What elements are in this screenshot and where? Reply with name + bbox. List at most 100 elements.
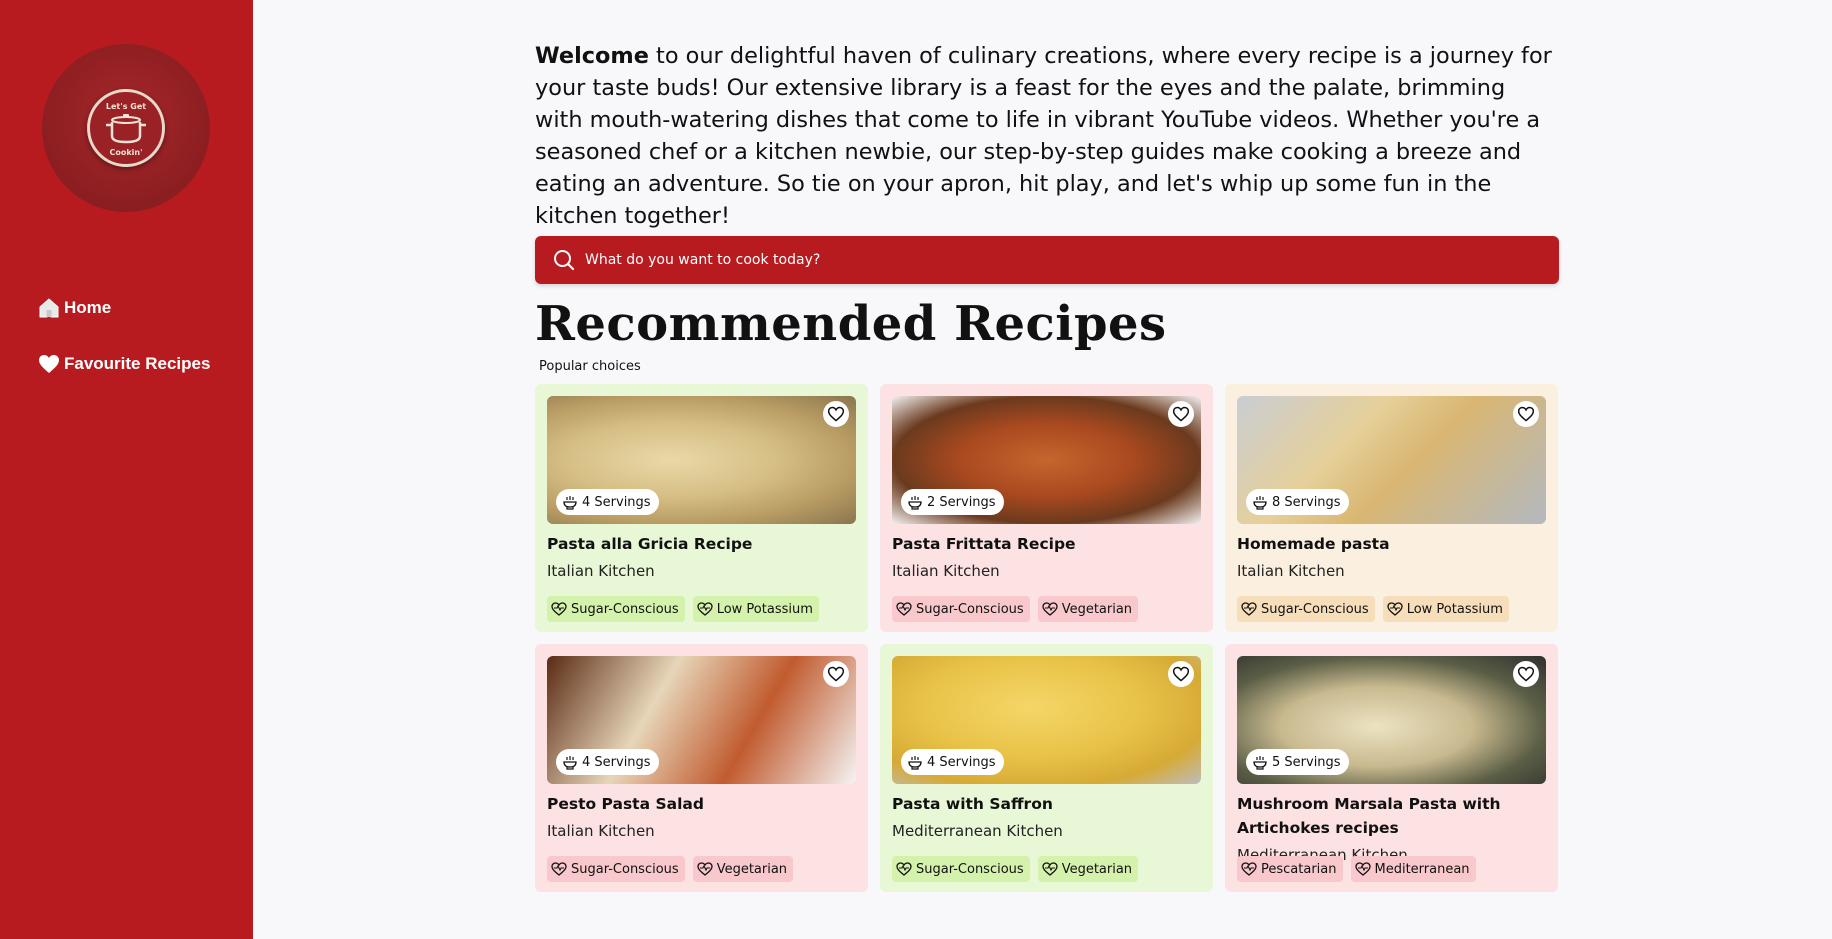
recipe-kitchen: Italian Kitchen (1237, 562, 1345, 580)
tag-list: Sugar-Conscious Low Potassium (547, 596, 827, 622)
servings-badge: 4 Servings (556, 749, 659, 775)
sidebar-item-label: Favourite Recipes (64, 354, 211, 373)
bowl-icon (908, 496, 922, 510)
recipe-image: 2 Servings (892, 396, 1201, 524)
heart-icon (39, 355, 59, 373)
diet-tag-label: Sugar-Conscious (1261, 601, 1369, 617)
heart-pulse-icon (697, 602, 713, 616)
recipe-image: 4 Servings (547, 396, 856, 524)
sidebar-nav: Home Favourite Recipes (38, 296, 210, 408)
intro-bold: Welcome (535, 43, 649, 69)
heart-pulse-icon (551, 602, 567, 616)
heart-pulse-icon (896, 862, 912, 876)
recipe-card[interactable]: 4 Servings Pasta alla Gricia Recipe Ital… (535, 384, 868, 632)
diet-tag-label: Vegetarian (1061, 601, 1133, 617)
recipe-image: 4 Servings (892, 656, 1201, 784)
favourite-button[interactable] (1168, 661, 1194, 687)
recipe-kitchen: Italian Kitchen (547, 562, 655, 580)
servings-text: 4 Servings (582, 754, 651, 770)
sidebar-item-label: Home (64, 298, 112, 317)
recipe-name[interactable]: Homemade pasta (1237, 532, 1546, 556)
heart-outline-icon (1172, 666, 1190, 682)
tag-list: Sugar-Conscious Vegetarian (892, 596, 1146, 622)
diet-tag: Low Potassium (692, 596, 819, 622)
recipe-card[interactable]: 5 Servings Mushroom Marsala Pasta with A… (1225, 644, 1558, 892)
recipe-card[interactable]: 8 Servings Homemade pasta Italian Kitche… (1225, 384, 1558, 632)
heart-pulse-icon (1042, 602, 1058, 616)
favourite-button[interactable] (1513, 401, 1539, 427)
favourite-button[interactable] (823, 401, 849, 427)
intro-paragraph: Welcome to our delightful haven of culin… (535, 40, 1559, 232)
diet-tag: Vegetarian (1037, 596, 1139, 622)
diet-tag-label: Low Potassium (1406, 601, 1503, 617)
page-title: Recommended Recipes (535, 296, 1167, 352)
heart-outline-icon (827, 666, 845, 682)
home-icon (39, 298, 59, 318)
favourite-button[interactable] (1168, 401, 1194, 427)
favourite-button[interactable] (1513, 661, 1539, 687)
diet-tag: Sugar-Conscious (892, 856, 1030, 882)
recipe-kitchen: Mediterranean Kitchen (892, 822, 1063, 840)
recipe-name[interactable]: Mushroom Marsala Pasta with Artichokes r… (1237, 792, 1546, 840)
bowl-icon (908, 756, 922, 770)
diet-tag: Low Potassium (1382, 596, 1509, 622)
heart-pulse-icon (896, 602, 912, 616)
servings-text: 5 Servings (1272, 754, 1341, 770)
diet-tag: Vegetarian (692, 856, 794, 882)
diet-tag-label: Pescatarian (1261, 861, 1337, 877)
diet-tag: Sugar-Conscious (547, 856, 685, 882)
diet-tag: Sugar-Conscious (1237, 596, 1375, 622)
diet-tag: Mediterranean (1350, 856, 1476, 882)
search-input[interactable] (585, 252, 1485, 268)
diet-tag-label: Low Potassium (716, 601, 813, 617)
heart-pulse-icon (697, 862, 713, 876)
diet-tag-label: Mediterranean (1374, 861, 1470, 877)
servings-text: 4 Servings (927, 754, 996, 770)
heart-outline-icon (1517, 666, 1535, 682)
recipe-card[interactable]: 4 Servings Pesto Pasta Salad Italian Kit… (535, 644, 868, 892)
recipe-name[interactable]: Pasta Frittata Recipe (892, 532, 1201, 556)
diet-tag-label: Sugar-Conscious (916, 861, 1024, 877)
servings-text: 8 Servings (1272, 494, 1341, 510)
servings-badge: 2 Servings (901, 489, 1004, 515)
heart-outline-icon (1517, 406, 1535, 422)
diet-tag: Pescatarian (1237, 856, 1343, 882)
cooking-pot-icon: Let's Get Cookin' (106, 102, 146, 157)
diet-tag: Vegetarian (1037, 856, 1139, 882)
search-bar[interactable] (535, 236, 1559, 284)
sidebar: Let's Get Cookin' Home Favourite Recipes (0, 0, 253, 939)
servings-badge: 4 Servings (901, 749, 1004, 775)
servings-badge: 8 Servings (1246, 489, 1349, 515)
diet-tag-label: Sugar-Conscious (571, 601, 679, 617)
sidebar-item-home[interactable]: Home (38, 296, 210, 320)
heart-pulse-icon (1042, 862, 1058, 876)
diet-tag-label: Sugar-Conscious (916, 601, 1024, 617)
logo-top-text: Let's Get (106, 102, 146, 111)
servings-text: 2 Servings (927, 494, 996, 510)
servings-badge: 4 Servings (556, 489, 659, 515)
diet-tag-label: Vegetarian (716, 861, 788, 877)
recipe-name[interactable]: Pesto Pasta Salad (547, 792, 856, 816)
heart-pulse-icon (1241, 602, 1257, 616)
tag-list: Sugar-Conscious Vegetarian (547, 856, 801, 882)
recipe-name[interactable]: Pasta alla Gricia Recipe (547, 532, 856, 556)
tag-list: Sugar-Conscious Low Potassium (1237, 596, 1517, 622)
intro-text: to our delightful haven of culinary crea… (535, 43, 1552, 229)
heart-pulse-icon (1354, 862, 1371, 876)
bowl-icon (1253, 756, 1267, 770)
diet-tag-label: Sugar-Conscious (571, 861, 679, 877)
servings-badge: 5 Servings (1246, 749, 1349, 775)
diet-tag: Sugar-Conscious (892, 596, 1030, 622)
recipe-card[interactable]: 4 Servings Pasta with Saffron Mediterran… (880, 644, 1213, 892)
recipe-image: 5 Servings (1237, 656, 1546, 784)
tag-list: Sugar-Conscious Vegetarian (892, 856, 1146, 882)
favourite-button[interactable] (823, 661, 849, 687)
heart-outline-icon (1172, 406, 1190, 422)
recipe-kitchen: Italian Kitchen (547, 822, 655, 840)
recipe-card[interactable]: 2 Servings Pasta Frittata Recipe Italian… (880, 384, 1213, 632)
diet-tag: Sugar-Conscious (547, 596, 685, 622)
logo[interactable]: Let's Get Cookin' (42, 44, 210, 212)
sidebar-item-favourites[interactable]: Favourite Recipes (38, 352, 210, 376)
search-icon (554, 250, 575, 271)
recipe-name[interactable]: Pasta with Saffron (892, 792, 1201, 816)
